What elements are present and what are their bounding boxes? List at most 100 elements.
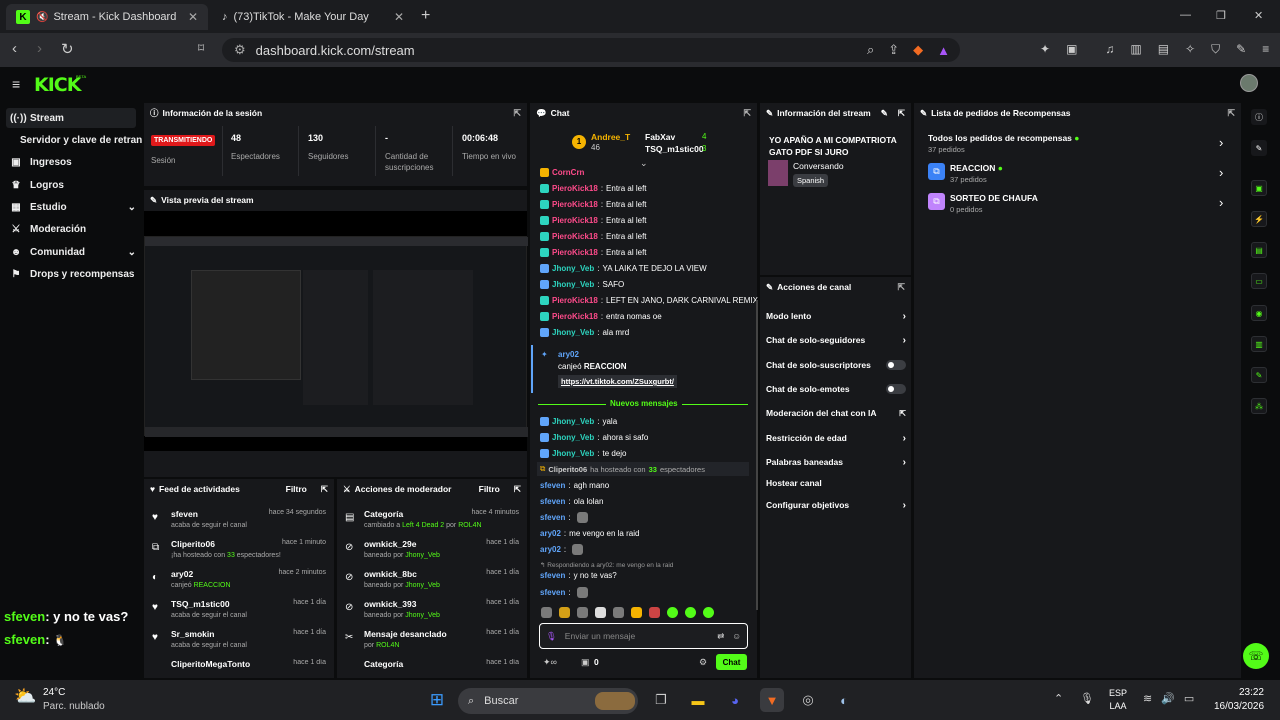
emote-icon[interactable] (577, 607, 588, 618)
tab-close-icon[interactable]: ✕ (394, 10, 404, 24)
hamburger-icon[interactable]: ≡ (12, 76, 20, 92)
host-channel-row[interactable]: Hostear canal (766, 472, 906, 494)
popout-icon[interactable]: ⇱ (1227, 108, 1235, 119)
age-restriction-row[interactable]: Restricción de edad › (766, 427, 906, 449)
subs-only-row[interactable]: Chat de solo-suscriptores (766, 354, 906, 376)
vpn-icon[interactable]: ⛉ (1211, 42, 1220, 57)
tab-kick-dashboard[interactable]: K 🔇 Stream - Kick Dashboard ✕ (6, 4, 208, 30)
kick-logo[interactable]: KICK (34, 74, 81, 96)
share-icon[interactable]: ⇪ (888, 42, 899, 58)
site-info-icon[interactable]: ⚙ (234, 42, 246, 58)
filter-button[interactable]: Filtro (286, 484, 307, 494)
info-icon[interactable]: ⓘ (1251, 109, 1267, 125)
brave-icon[interactable]: ▼ (760, 688, 784, 712)
banned-words-row[interactable]: Palabras baneadas › (766, 451, 906, 473)
back-icon[interactable]: ‹ (12, 40, 17, 57)
steam-icon[interactable]: ◐ (832, 688, 856, 712)
leo-icon[interactable]: ✧ (1185, 42, 1195, 57)
wrench-icon[interactable]: ✎ (1251, 367, 1267, 383)
weather-icon[interactable]: ⛅ (14, 686, 36, 707)
emote-icon[interactable] (541, 607, 552, 618)
extensions-icon[interactable]: ✦ (1040, 42, 1050, 57)
menu-icon[interactable]: ≡ (1262, 42, 1269, 57)
forward-icon[interactable]: › (37, 40, 42, 57)
translate-icon[interactable]: ⇄ (717, 631, 724, 642)
taskbar-search[interactable]: ⌕ Buscar (458, 688, 638, 714)
task-view-icon[interactable]: ❐ (649, 688, 673, 712)
ai-moderation-row[interactable]: Moderación del chat con IA ⇱ (766, 402, 906, 424)
edit-stream-icon[interactable]: ✎ (881, 108, 888, 119)
mute-icon[interactable]: 🔇 (36, 12, 48, 23)
edit-icon[interactable]: ✎ (1251, 140, 1267, 156)
system-tray[interactable]: ≋ 🔊 ▭ (1143, 692, 1194, 705)
sidebar-item-drops[interactable]: ⚑ Drops y recompensas (6, 264, 136, 284)
sidebar-item-comunidad[interactable]: ☻ Comunidad ⌄ (6, 242, 136, 262)
document-icon[interactable]: ▤ (1251, 242, 1267, 258)
avatar[interactable] (1240, 74, 1258, 92)
zoom-icon[interactable]: ⌕ (867, 42, 874, 58)
sidebar-item-server-key[interactable]: Servidor y clave de retransmisión (16, 130, 142, 150)
address-bar[interactable]: ⚙ dashboard.kick.com/stream ⌕ ⇪ ◆ ▲ (222, 38, 960, 62)
panel-icon[interactable]: ▥ (1251, 336, 1267, 352)
reload-icon[interactable]: ↻ (61, 40, 74, 58)
chevron-right-icon[interactable]: › (1219, 165, 1223, 180)
sidebar-icon[interactable]: ▥ (1130, 42, 1141, 57)
popout-icon[interactable]: ⇱ (514, 484, 521, 495)
broadcast-icon[interactable]: ◉ (1251, 305, 1267, 321)
sidebar-item-estudio[interactable]: ▦ Estudio ⌄ (6, 197, 136, 217)
emotes-only-row[interactable]: Chat de solo-emotes (766, 378, 906, 400)
popout-icon[interactable]: ⇱ (898, 108, 905, 119)
language-indicator[interactable]: ESP LAA (1109, 688, 1127, 711)
chat-bubble-icon[interactable]: ▭ (1251, 273, 1267, 289)
windows-start-icon[interactable]: ⊞ (425, 688, 449, 712)
emote-icon[interactable] (703, 607, 714, 618)
emote-icon[interactable] (613, 607, 624, 618)
redeem-user[interactable]: ary02 (558, 350, 579, 359)
file-explorer-icon[interactable]: ▬ (686, 688, 710, 712)
bolt-icon[interactable]: ⚡ (1251, 211, 1267, 227)
tab-tiktok[interactable]: ♪ (73)TikTok - Make Your Day ✕ (212, 4, 414, 30)
chevron-right-icon[interactable]: › (1219, 135, 1223, 150)
close-window-button[interactable]: ✕ (1254, 9, 1263, 22)
share-nodes-icon[interactable]: ⁂ (1251, 398, 1267, 414)
emote-icon[interactable] (649, 607, 660, 618)
help-button[interactable]: ☏ (1243, 643, 1269, 669)
brave-shields-icon[interactable]: ◆ (913, 42, 923, 58)
popout-icon[interactable]: ⇱ (513, 108, 521, 119)
followers-only-row[interactable]: Chat de solo-seguidores › (766, 329, 906, 351)
reward-name[interactable]: REACCION ● (950, 163, 1003, 173)
goals-row[interactable]: Configurar objetivos › (766, 494, 906, 516)
redeem-link[interactable]: https://vt.tiktok.com/ZSuxgurbt/ (558, 375, 677, 388)
mic-icon[interactable]: 🎙 (1080, 692, 1094, 705)
sidebar-item-logros[interactable]: ♛ Logros (6, 175, 136, 195)
filter-button[interactable]: Filtro (479, 484, 500, 494)
mic-icon[interactable]: 🎙 (546, 631, 557, 642)
maximize-button[interactable]: ❐ (1216, 9, 1226, 22)
emoji-icon[interactable]: ☺ (732, 631, 741, 641)
popout-icon[interactable]: ⇱ (743, 108, 751, 119)
discord-icon[interactable]: ◕ (723, 688, 747, 712)
sidebar-item-stream[interactable]: ((·)) Stream (6, 108, 136, 128)
wallet-icon[interactable]: ▤ (1158, 42, 1169, 57)
send-chat-button[interactable]: Chat (716, 654, 747, 670)
bookmark-icon[interactable]: ⌑ (198, 41, 204, 55)
minimize-button[interactable]: — (1180, 9, 1191, 21)
emote-icon[interactable] (559, 607, 570, 618)
points-icon[interactable]: ✦∞ (543, 657, 557, 668)
chevron-up-icon[interactable]: ⌃ (1054, 692, 1063, 705)
stream-video[interactable] (144, 211, 528, 451)
tab-close-icon[interactable]: ✕ (188, 10, 198, 24)
emote-icon[interactable] (685, 607, 696, 618)
brave-rewards-icon[interactable]: ▲ (937, 43, 950, 58)
chat-input[interactable]: 🎙 Enviar un mensaje ⇄ ☺ (539, 623, 748, 649)
popout-icon[interactable]: ⇱ (897, 282, 905, 293)
sidebar-item-ingresos[interactable]: ▣ Ingresos (6, 152, 136, 172)
chat-scrollbar[interactable] (756, 300, 758, 610)
emote-icon[interactable] (595, 607, 606, 618)
popout-icon[interactable]: ⇱ (321, 484, 328, 495)
settings-gear-icon[interactable]: ⚙ (699, 657, 707, 668)
paint-icon[interactable]: ✎ (1236, 42, 1246, 57)
slow-mode-row[interactable]: Modo lento › (766, 305, 906, 327)
new-tab-button[interactable]: + (421, 7, 430, 25)
media-icon[interactable]: ♫ (1105, 42, 1114, 57)
